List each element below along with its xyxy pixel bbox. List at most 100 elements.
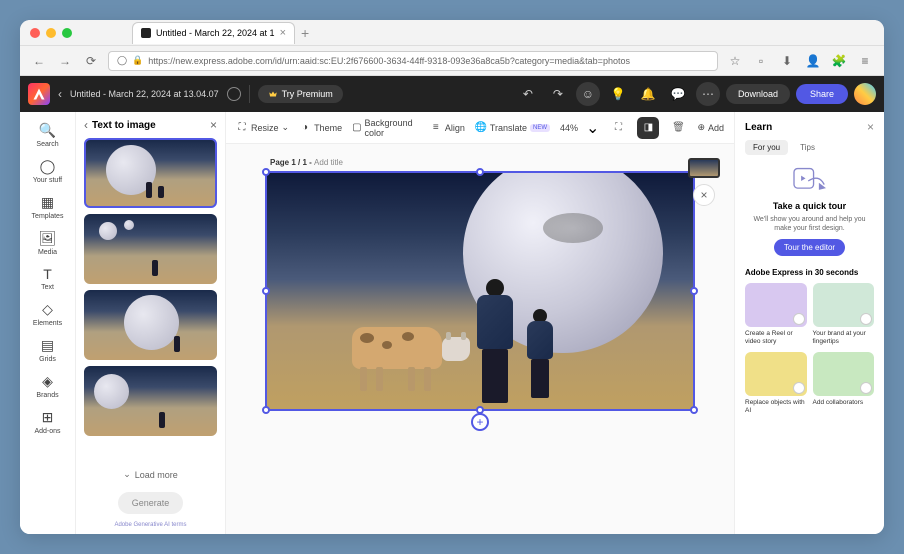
new-tab-button[interactable]: +: [301, 25, 309, 41]
bookmark-icon[interactable]: ☆: [726, 52, 744, 70]
fit-button[interactable]: ⛶: [607, 117, 629, 139]
accessibility-icon[interactable]: ☺: [576, 82, 600, 106]
downloads-icon[interactable]: ⬇: [778, 52, 796, 70]
extensions-icon[interactable]: 🧩: [830, 52, 848, 70]
favicon-icon: [141, 28, 151, 38]
tab-for-you[interactable]: For you: [745, 140, 788, 155]
rail-templates[interactable]: ▦Templates: [26, 190, 70, 224]
quick-tour-card: Take a quick tour We'll show you around …: [745, 165, 874, 256]
generated-thumbnails[interactable]: [84, 138, 217, 461]
gen-ai-terms-link[interactable]: Adobe Generative AI terms: [84, 522, 217, 528]
resize-handle-tm[interactable]: [476, 168, 484, 176]
page-label[interactable]: Page 1 / 1 - Add title: [270, 158, 343, 167]
theme-icon: ◑: [299, 122, 311, 134]
delete-page-button[interactable]: 🗑: [667, 117, 689, 139]
minimize-window-button[interactable]: [46, 28, 56, 38]
tour-button[interactable]: Tour the editor: [774, 239, 845, 256]
rail-media[interactable]: 🖼Media: [26, 226, 70, 260]
resize-handle-tl[interactable]: [262, 168, 270, 176]
tab-tips[interactable]: Tips: [792, 140, 823, 155]
thumbnail-3[interactable]: [84, 290, 217, 360]
resize-handle-br[interactable]: [690, 406, 698, 414]
view-mode-button[interactable]: ◨: [637, 117, 659, 139]
canvas-artwork[interactable]: [267, 173, 693, 409]
align-button[interactable]: ≡Align: [430, 122, 465, 134]
maximize-window-button[interactable]: [62, 28, 72, 38]
try-premium-button[interactable]: Try Premium: [258, 85, 343, 103]
user-avatar[interactable]: [854, 83, 876, 105]
thumbnail-1[interactable]: [84, 138, 217, 208]
rail-addons[interactable]: ⊞Add-ons: [26, 405, 70, 439]
learn-card-replace[interactable]: Replace objects with AI: [745, 352, 807, 415]
undo-button[interactable]: ↶: [516, 82, 540, 106]
browser-tab[interactable]: Untitled - March 22, 2024 at 1 ×: [132, 22, 295, 44]
document-title[interactable]: Untitled - March 22, 2024 at 13.04.07: [70, 89, 219, 99]
share-button[interactable]: Share: [796, 84, 848, 104]
zoom-chevron-icon[interactable]: ⌄: [586, 118, 599, 138]
adobe-express-logo[interactable]: [28, 83, 50, 105]
back-button[interactable]: ←: [30, 52, 48, 70]
add-page-below-button[interactable]: +: [471, 413, 489, 431]
tour-title: Take a quick tour: [773, 201, 846, 211]
theme-button[interactable]: ◑Theme: [299, 122, 342, 134]
forward-button[interactable]: →: [56, 52, 74, 70]
learn-card-collab[interactable]: Add collaborators: [813, 352, 875, 415]
panel-back-button[interactable]: ‹: [84, 118, 88, 132]
canvas-viewport[interactable]: Page 1 / 1 - Add title: [226, 144, 734, 534]
search-icon: 🔍: [39, 122, 56, 139]
close-window-button[interactable]: [30, 28, 40, 38]
url-input[interactable]: ◯ 🔒 https://new.express.adobe.com/id/urn…: [108, 51, 718, 71]
rail-elements[interactable]: ◇Elements: [26, 297, 70, 331]
learn-card-brand[interactable]: Your brand at your fingertips: [813, 283, 875, 346]
plus-icon: ⊕: [697, 122, 705, 133]
rail-grids[interactable]: ▤Grids: [26, 333, 70, 367]
page-navigator-close[interactable]: ×: [693, 184, 715, 206]
menu-icon[interactable]: ≡: [856, 52, 874, 70]
thumbnail-4[interactable]: [84, 366, 217, 436]
app-header: ‹ Untitled - March 22, 2024 at 13.04.07 …: [20, 76, 884, 112]
download-button[interactable]: Download: [726, 84, 790, 104]
redo-button[interactable]: ↷: [546, 82, 570, 106]
resize-icon: ⛶: [236, 122, 248, 134]
learn-title: Learn: [745, 122, 772, 133]
close-tab-icon[interactable]: ×: [280, 27, 286, 39]
page-navigator-thumbnail[interactable]: [688, 158, 720, 178]
more-menu-button[interactable]: ⋯: [696, 82, 720, 106]
your-stuff-icon: ◯: [40, 158, 56, 175]
background-color-button[interactable]: ▢Background color: [352, 118, 420, 138]
translate-button[interactable]: 🌐TranslateNEW: [475, 122, 550, 134]
learn-close-button[interactable]: ×: [867, 120, 874, 134]
canvas-page[interactable]: +: [265, 171, 695, 411]
resize-button[interactable]: ⛶Resize⌄: [236, 122, 289, 134]
zoom-level[interactable]: 44%: [560, 123, 578, 133]
rail-search[interactable]: 🔍Search: [26, 118, 70, 152]
rail-text[interactable]: TText: [26, 262, 70, 295]
lightbulb-icon[interactable]: 💡: [606, 82, 630, 106]
rail-your-stuff[interactable]: ◯Your stuff: [26, 154, 70, 188]
resize-handle-bl[interactable]: [262, 406, 270, 414]
add-page-button[interactable]: ⊕Add: [697, 122, 724, 133]
addons-icon: ⊞: [42, 409, 54, 426]
resize-handle-lm[interactable]: [262, 287, 270, 295]
extension-icon[interactable]: ▫: [752, 52, 770, 70]
bgcolor-icon: ▢: [352, 122, 361, 134]
reload-button[interactable]: ⟳: [82, 52, 100, 70]
notifications-icon[interactable]: 🔔: [636, 82, 660, 106]
resize-handle-rm[interactable]: [690, 287, 698, 295]
account-icon[interactable]: 👤: [804, 52, 822, 70]
panel-title: Text to image: [92, 120, 206, 131]
thumbnail-2[interactable]: [84, 214, 217, 284]
back-chevron-icon[interactable]: ‹: [58, 87, 62, 101]
lock-icon: 🔒: [132, 55, 143, 66]
media-icon: 🖼: [39, 230, 57, 247]
load-more-button[interactable]: ⌄ Load more: [84, 461, 217, 488]
generate-button[interactable]: Generate: [118, 492, 184, 514]
panel-close-button[interactable]: ×: [210, 118, 217, 132]
divider: [249, 85, 250, 103]
check-icon: [793, 382, 805, 394]
comments-icon[interactable]: 💬: [666, 82, 690, 106]
learn-card-reel[interactable]: Create a Reel or video story: [745, 283, 807, 346]
rail-brands[interactable]: ◈Brands: [26, 369, 70, 403]
cloud-sync-icon[interactable]: [227, 87, 241, 101]
check-icon: [793, 313, 805, 325]
